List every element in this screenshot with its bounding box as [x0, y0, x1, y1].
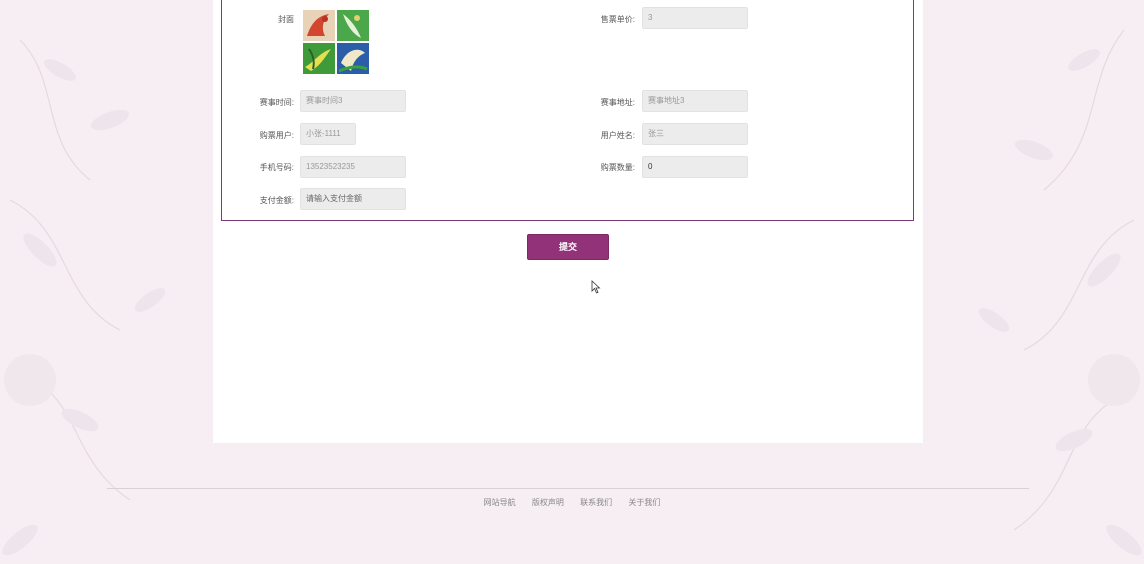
event-time-field[interactable]: 赛事时间3 — [300, 90, 406, 112]
cover-image — [303, 10, 371, 76]
quantity-label: 购票数量: — [600, 163, 635, 172]
event-address-field[interactable]: 赛事地址3 — [642, 90, 748, 112]
phone-label: 手机号码: — [259, 163, 294, 172]
username-label: 用户姓名: — [600, 131, 635, 140]
buyer-field[interactable]: 小张-1111 — [300, 123, 356, 145]
username-field[interactable]: 张三 — [642, 123, 748, 145]
cover-label: 封面 — [278, 15, 294, 24]
footer-link-site-nav[interactable]: 网站导航 — [484, 498, 516, 507]
footer-link-about[interactable]: 关于我们 — [628, 498, 660, 507]
cover-thumb-2 — [337, 10, 369, 41]
submit-button[interactable]: 提交 — [527, 234, 609, 260]
footer-divider — [107, 488, 1029, 489]
buyer-label: 购票用户: — [259, 131, 294, 140]
price-label: 售票单价: — [600, 15, 635, 24]
event-address-label: 赛事地址: — [600, 98, 635, 107]
mouse-cursor-icon — [591, 280, 601, 294]
floral-background-right — [978, 29, 1142, 556]
footer-link-copyright[interactable]: 版权声明 — [532, 498, 564, 507]
phone-field[interactable]: 13523523235 — [300, 156, 406, 178]
floral-background-left — [2, 39, 166, 556]
amount-input[interactable]: 请输入支付金额 — [300, 188, 406, 210]
event-time-label: 赛事时间: — [259, 98, 294, 107]
quantity-field[interactable]: 0 — [642, 156, 748, 178]
footer-link-contact[interactable]: 联系我们 — [580, 498, 612, 507]
cover-thumb-1 — [303, 10, 335, 41]
amount-label: 支付金额: — [259, 196, 294, 205]
price-field[interactable]: 3 — [642, 7, 748, 29]
footer-links: 网站导航 版权声明 联系我们 关于我们 — [0, 497, 1144, 508]
cover-thumb-4 — [337, 43, 369, 74]
cover-thumb-3 — [303, 43, 335, 74]
